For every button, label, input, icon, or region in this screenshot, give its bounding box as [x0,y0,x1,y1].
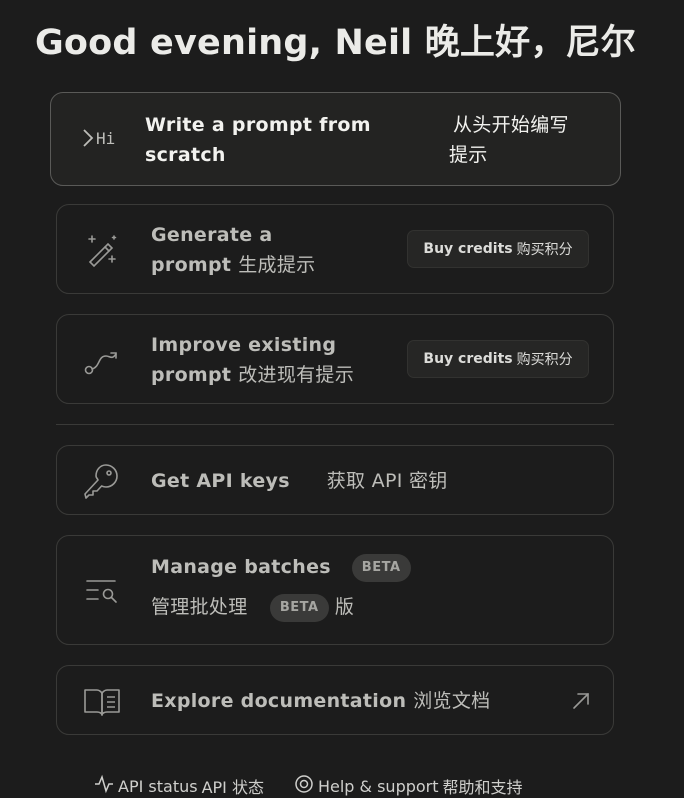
list-search-icon [82,571,122,611]
manage-batches-title: Manage batches [151,556,331,578]
improve-prompt-card[interactable]: Improve existing prompt 改进现有提示 Buy credi… [56,314,614,404]
explore-documentation-card[interactable]: Explore documentation 浏览文档 [56,665,614,735]
api-status-cjk: API 状态 [201,778,264,797]
get-api-keys-card[interactable]: Get API keys 获取 API 密钥 [56,445,614,515]
write-prompt-card[interactable]: Hi Write a prompt from scratch 从头开始编写 提示 [50,92,621,186]
get-api-keys-title: Get API keys [151,470,290,492]
beta-badge-cjk: BETA [269,593,329,622]
manage-batches-card[interactable]: Manage batches BETA 管理批处理 BETA 版 [56,535,614,645]
generate-buy-credits-label: Buy credits [423,241,513,257]
svg-text:Hi: Hi [96,129,115,148]
write-prompt-title-line2: scratch [145,144,226,166]
magic-wand-icon [82,230,122,270]
improve-prompt-title-line1: Improve existing [151,334,337,356]
activity-icon [94,774,114,798]
arrow-up-right-icon [569,689,593,713]
section-divider [56,424,614,425]
improve-buy-credits-cjk: 购买积分 [516,352,573,368]
api-status-label: API status [118,776,198,796]
help-support-label: Help & support [317,776,439,796]
generate-buy-credits-button[interactable]: Buy credits 购买积分 [407,230,589,268]
key-icon [82,461,122,501]
api-status-link[interactable]: API status API 状态 [94,774,264,798]
help-support-cjk: 帮助和支持 [442,778,523,797]
footer-links: API status API 状态 Help & support 帮助和支持 [94,774,523,798]
terminal-hi-icon: Hi [76,118,116,158]
generate-prompt-title-line2: prompt [151,254,232,276]
generate-prompt-card[interactable]: Generate a prompt 生成提示 Buy credits 购买积分 [56,204,614,294]
generate-prompt-cjk: 生成提示 [238,254,316,276]
lifebuoy-icon [294,774,314,798]
curve-path-icon [82,340,122,380]
write-prompt-cjk-line1: 从头开始编写 [453,114,569,136]
manage-batches-cjk-suffix: 版 [334,596,355,618]
write-prompt-cjk-line2: 提示 [449,144,488,166]
improve-buy-credits-label: Buy credits [423,351,513,367]
help-support-link[interactable]: Help & support 帮助和支持 [294,774,523,798]
beta-badge: BETA [351,553,411,582]
manage-batches-cjk: 管理批处理 [151,596,248,618]
generate-buy-credits-cjk: 购买积分 [516,242,573,258]
explore-documentation-cjk: 浏览文档 [413,690,491,712]
improve-buy-credits-button[interactable]: Buy credits 购买积分 [407,340,589,378]
get-api-keys-cjk: 获取 API 密钥 [326,470,448,492]
greeting-heading: Good evening, Neil 晚上好，尼尔 [35,23,636,63]
write-prompt-title-line1: Write a prompt from [145,114,371,136]
book-icon [82,681,122,721]
improve-prompt-cjk: 改进现有提示 [238,364,355,386]
improve-prompt-title-line2: prompt [151,364,232,386]
explore-documentation-title: Explore documentation [151,690,407,712]
generate-prompt-title-line1: Generate a [151,224,273,246]
